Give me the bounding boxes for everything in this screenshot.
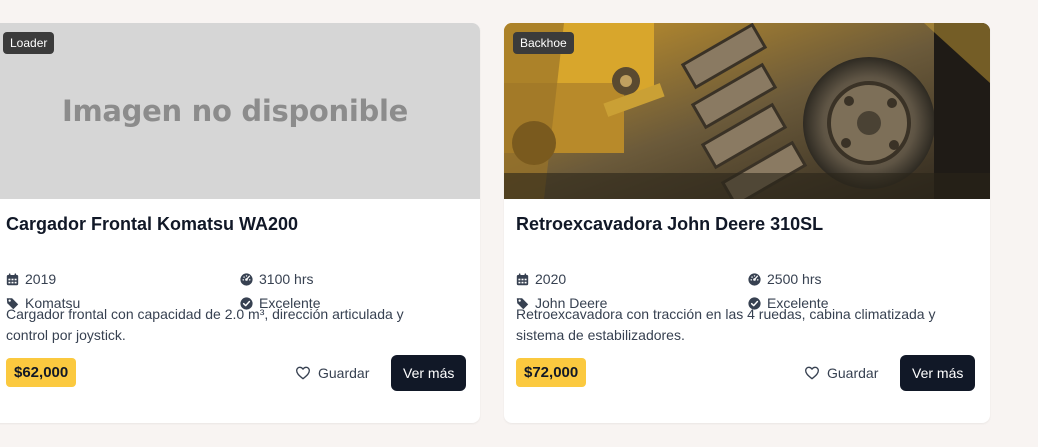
backhoe-track-image [504,23,990,199]
listing-card: Backhoe Retroexcavadora John Deere 310SL… [504,23,990,423]
gauge-icon [240,272,253,286]
save-button[interactable]: Guardar [295,355,369,391]
calendar-icon [6,272,19,285]
save-button-label: Guardar [318,365,370,381]
view-more-button[interactable]: Ver más [900,355,976,391]
year-info: 2020 [516,271,566,287]
category-badge: Loader [3,32,55,54]
year-value: 2020 [535,271,567,287]
heart-icon [805,366,819,380]
hours-value: 3100 hrs [259,271,314,287]
image-placeholder: Imagen no disponible [0,23,480,199]
listing-card: Imagen no disponible Loader Cargador Fro… [0,23,480,423]
hours-info: 2500 hrs [748,271,821,287]
view-more-button[interactable]: Ver más [391,355,467,391]
calendar-icon [516,272,529,285]
price-badge: $72,000 [516,358,587,387]
save-button-label: Guardar [827,365,879,381]
price-badge: $62,000 [6,358,77,387]
card-body: Retroexcavadora John Deere 310SL 2020 25… [504,199,990,423]
hours-info: 3100 hrs [240,271,313,287]
listing-description: Retroexcavadora con tracción en las 4 ru… [516,306,936,343]
image-placeholder-text: Imagen no disponible [61,94,408,128]
listing-description: Cargador frontal con capacidad de 2.0 m³… [6,306,404,343]
hours-value: 2500 hrs [767,271,822,287]
gauge-icon [748,272,761,286]
heart-icon [296,366,310,380]
year-info: 2019 [6,271,56,287]
machine-photo [504,23,990,199]
listing-title: Cargador Frontal Komatsu WA200 [6,214,299,234]
year-value: 2019 [25,271,57,287]
save-button[interactable]: Guardar [804,355,878,391]
category-badge: Backhoe [513,32,574,54]
card-body: Cargador Frontal Komatsu WA200 2019 3100… [0,199,480,423]
listing-title: Retroexcavadora John Deere 310SL [516,214,824,234]
